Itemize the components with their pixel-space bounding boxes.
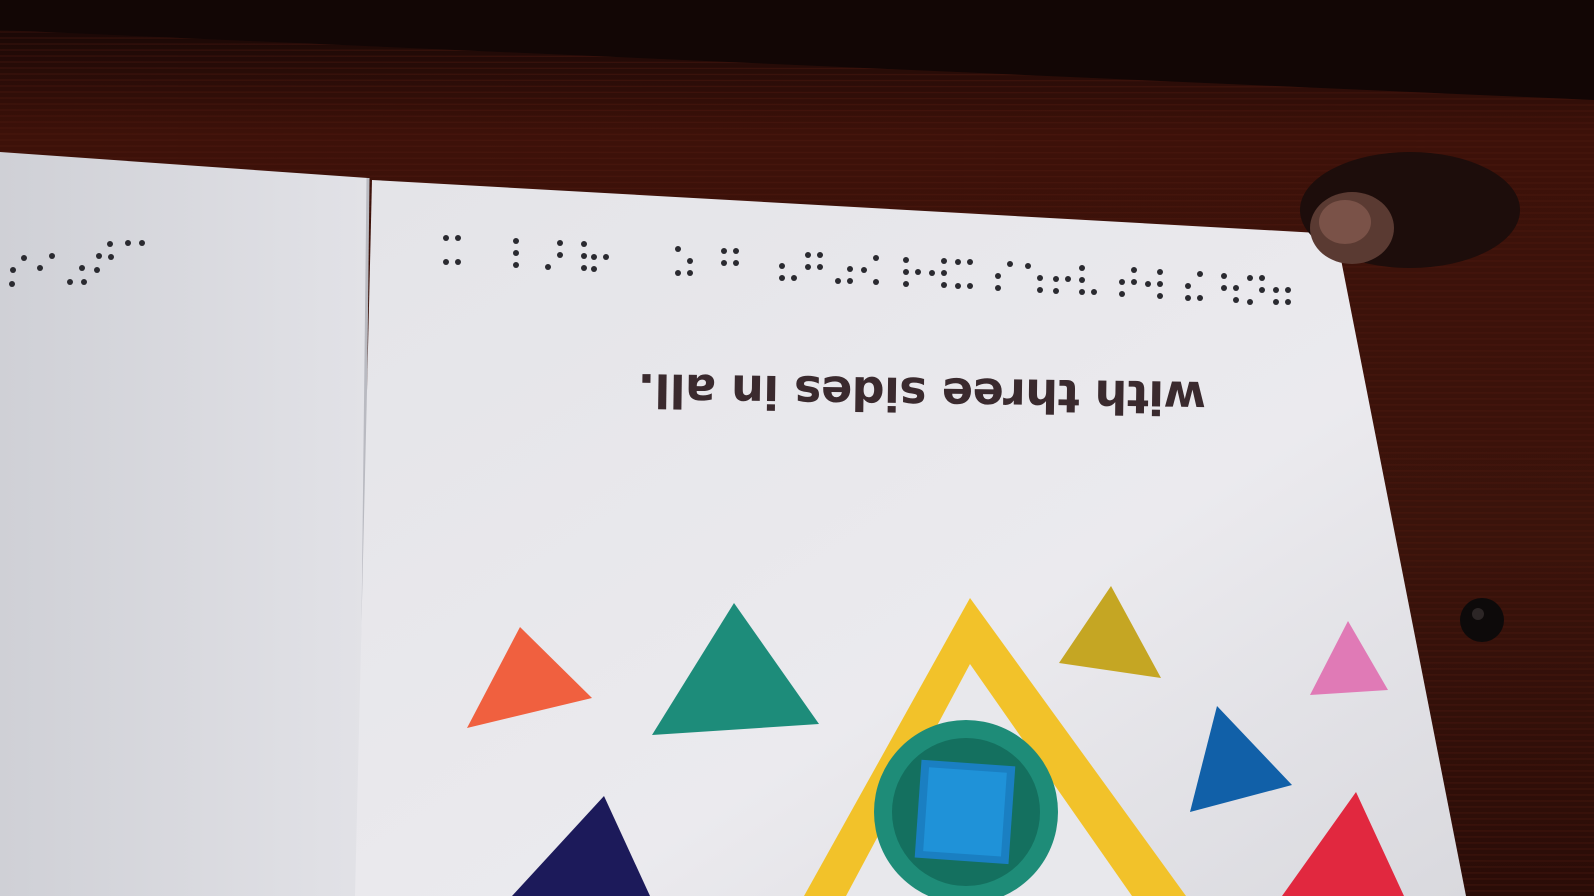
braille-dot	[805, 264, 811, 270]
braille-dot	[847, 278, 853, 284]
braille-dot	[1037, 287, 1043, 293]
braille-dot	[903, 281, 909, 287]
braille-dot	[1197, 295, 1203, 301]
braille-dot	[941, 258, 947, 264]
braille-dot	[779, 275, 785, 281]
braille-dot	[1221, 273, 1227, 279]
braille-dot	[513, 262, 519, 268]
braille-dot	[1247, 299, 1253, 305]
braille-dot	[513, 238, 519, 244]
braille-dot	[581, 241, 587, 247]
braille-dot	[873, 279, 879, 285]
braille-dot	[1037, 275, 1043, 281]
braille-dot	[929, 270, 935, 276]
braille-dot	[581, 253, 587, 259]
braille-dot	[591, 254, 597, 260]
table-knob	[1460, 598, 1504, 642]
braille-dot	[721, 248, 727, 254]
braille-dot	[545, 264, 551, 270]
braille-dot	[817, 252, 823, 258]
left-page	[0, 152, 368, 896]
braille-dot	[1185, 295, 1191, 301]
braille-dot	[791, 275, 797, 281]
braille-dot	[915, 269, 921, 275]
braille-dot	[1025, 263, 1031, 269]
braille-dot	[1131, 279, 1137, 285]
braille-dot	[817, 264, 823, 270]
braille-dot	[873, 255, 879, 261]
braille-dot	[995, 285, 1001, 291]
braille-dot	[1079, 289, 1085, 295]
braille-dot	[995, 273, 1001, 279]
braille-dot	[603, 254, 609, 260]
braille-dot	[1285, 299, 1291, 305]
braille-dot	[591, 266, 597, 272]
braille-dot	[1197, 271, 1203, 277]
braille-dot	[557, 240, 563, 246]
braille-dot	[1131, 267, 1137, 273]
photo-scene	[0, 0, 1594, 896]
braille-dot	[1065, 276, 1071, 282]
braille-dot	[1233, 285, 1239, 291]
braille-dot	[847, 266, 853, 272]
braille-dot	[1119, 279, 1125, 285]
braille-dot	[581, 265, 587, 271]
braille-dot	[687, 258, 693, 264]
braille-dot	[733, 260, 739, 266]
braille-dot	[967, 283, 973, 289]
thumb	[1300, 152, 1520, 268]
braille-dot	[1233, 297, 1239, 303]
braille-dot	[733, 248, 739, 254]
braille-dot	[903, 257, 909, 263]
braille-dot	[443, 259, 449, 265]
braille-dot	[941, 282, 947, 288]
braille-dot	[1185, 283, 1191, 289]
braille-dot	[1157, 269, 1163, 275]
braille-dot	[779, 263, 785, 269]
braille-dot	[443, 235, 449, 241]
braille-dot	[1119, 291, 1125, 297]
braille-dot	[1221, 285, 1227, 291]
braille-dot	[675, 270, 681, 276]
braille-dot	[1259, 275, 1265, 281]
braille-dot	[1007, 261, 1013, 267]
braille-dot	[455, 259, 461, 265]
braille-dot	[721, 260, 727, 266]
braille-dot	[1053, 288, 1059, 294]
braille-dot	[513, 250, 519, 256]
book-text: with three sides in all.	[637, 363, 1207, 425]
braille-dot	[1273, 299, 1279, 305]
braille-dot	[1273, 287, 1279, 293]
braille-dot	[455, 235, 461, 241]
braille-dot	[1091, 289, 1097, 295]
braille-dot	[1145, 281, 1151, 287]
braille-dot	[1247, 275, 1253, 281]
braille-dot	[903, 269, 909, 275]
braille-dot	[861, 267, 867, 273]
braille-dot	[687, 270, 693, 276]
braille-dot	[675, 246, 681, 252]
braille-dot	[1285, 287, 1291, 293]
braille-dot	[1079, 265, 1085, 271]
braille-dot	[1079, 277, 1085, 283]
braille-dot	[557, 252, 563, 258]
braille-dot	[955, 283, 961, 289]
braille-dot	[1053, 276, 1059, 282]
braille-dot	[955, 259, 961, 265]
braille-dot	[1259, 287, 1265, 293]
braille-dot	[1157, 293, 1163, 299]
braille-dot	[835, 278, 841, 284]
braille-dot	[941, 270, 947, 276]
braille-dot	[805, 252, 811, 258]
braille-dot	[1157, 281, 1163, 287]
braille-dot	[967, 259, 973, 265]
